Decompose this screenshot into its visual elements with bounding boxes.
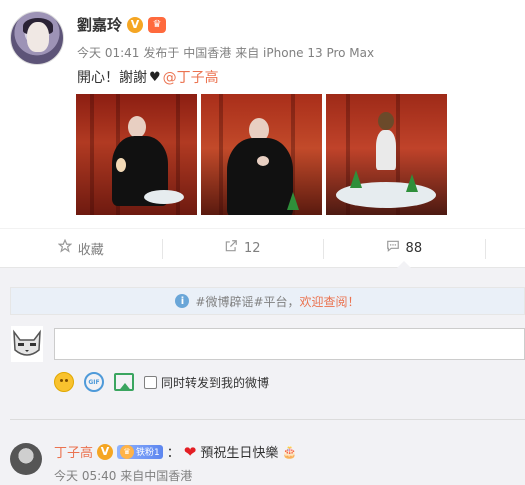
author-row: 劉嘉玲 V ♛: [77, 14, 167, 35]
cake-icon: 🎂: [282, 444, 298, 459]
figurine-body: [376, 130, 396, 170]
divider: [10, 419, 525, 420]
fan-badge-label: 铁粉1: [136, 448, 160, 458]
comment-count: 88: [405, 240, 423, 256]
cake-tree: [350, 170, 362, 188]
commenter-avatar[interactable]: [10, 443, 42, 475]
comment-text: 預祝生日快樂: [200, 446, 279, 461]
comment-location: 来自中国香港: [120, 469, 193, 483]
verified-icon: V: [127, 16, 144, 33]
repost-count: 12: [244, 240, 261, 256]
action-bar: 收藏 12 88: [0, 228, 525, 268]
favorite-button[interactable]: 收藏: [0, 229, 162, 267]
comment-input[interactable]: [54, 328, 525, 360]
person-figure: [227, 138, 293, 215]
person-hands: [257, 156, 269, 166]
emoji-icon[interactable]: [54, 372, 74, 392]
like-button[interactable]: [484, 229, 525, 267]
star-icon: [57, 238, 73, 257]
repost-checkbox[interactable]: [144, 375, 157, 389]
figurine-head: [378, 112, 394, 130]
comment-meta: 今天 05:40 来自中国香港: [54, 467, 192, 484]
share-icon: [224, 239, 238, 257]
colon-separator: ：: [166, 446, 180, 461]
figurine: [116, 158, 126, 172]
post-location: 发布于 中国香港: [143, 46, 232, 60]
post-body: 開心！謝謝: [77, 70, 147, 86]
cake-tree: [406, 174, 418, 192]
rumor-notice: i #微博辟谣#平台， 欢迎查阅！: [10, 287, 525, 315]
post-device: 来自 iPhone 13 Pro Max: [235, 46, 375, 60]
curtain-fold: [219, 94, 223, 215]
info-icon: i: [175, 294, 190, 308]
comment-button[interactable]: 88: [323, 229, 485, 268]
commenter-name[interactable]: 丁子高: [54, 442, 93, 461]
comment-time: 今天 05:40: [54, 469, 117, 483]
post-image-1[interactable]: [76, 94, 197, 215]
repost-option[interactable]: 同时转发到我的微博: [144, 374, 269, 391]
curtain-fold: [90, 94, 94, 215]
author-name[interactable]: 劉嘉玲: [77, 14, 122, 35]
post-text: 開心！謝謝 ♥ @丁子高: [77, 67, 219, 87]
gif-icon[interactable]: GIF: [84, 372, 104, 392]
red-heart-icon: ❤: [183, 442, 197, 461]
post-time[interactable]: 今天 01:41: [77, 44, 139, 61]
author-avatar[interactable]: [10, 11, 64, 65]
cake: [144, 190, 184, 204]
notice-text: #微博辟谣#平台，: [195, 294, 300, 309]
favorite-label: 收藏: [77, 242, 104, 258]
repost-checkbox-label: 同时转发到我的微博: [161, 375, 270, 390]
post-meta: 今天 01:41 发布于 中国香港 来自 iPhone 13 Pro Max: [77, 44, 374, 61]
comment-item: 丁子高 V ♛ 铁粉1 ： ❤ 預祝生日快樂 🎂: [54, 442, 298, 462]
weibo-post: 劉嘉玲 V ♛ 今天 01:41 发布于 中国香港 来自 iPhone 13 P…: [0, 0, 525, 228]
notice-link[interactable]: 欢迎查阅！: [300, 293, 360, 310]
crown-icon: ♛: [120, 444, 135, 459]
vip-crown-icon: ♛: [148, 16, 167, 33]
comment-icon: [386, 239, 400, 257]
repost-button[interactable]: 12: [161, 229, 324, 267]
mention-link[interactable]: @丁子高: [163, 67, 219, 87]
composer-tools: GIF 同时转发到我的微博: [54, 372, 269, 392]
fan-badge: ♛ 铁粉1: [117, 444, 163, 459]
avatar-face: [27, 22, 49, 52]
post-image-3[interactable]: [326, 94, 447, 215]
user-avatar[interactable]: [11, 326, 43, 362]
figurine: [287, 192, 299, 210]
post-image-2[interactable]: [201, 94, 322, 215]
person-face: [128, 116, 146, 138]
image-icon[interactable]: [114, 373, 134, 391]
verified-icon: V: [97, 443, 114, 460]
black-heart-icon: ♥: [149, 69, 161, 85]
